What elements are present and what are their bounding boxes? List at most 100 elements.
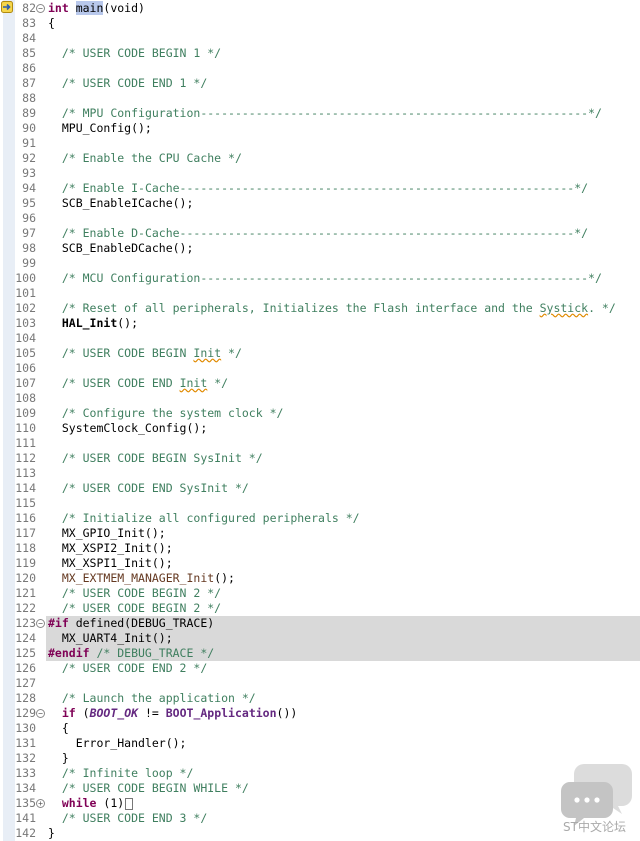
code-text: #if defined(DEBUG_TRACE)	[48, 616, 215, 630]
code-line[interactable]: 88	[0, 91, 640, 106]
code-line[interactable]: 133 /* Infinite loop */	[0, 766, 640, 781]
line-number: 112	[15, 451, 36, 465]
code-line[interactable]: 130 {	[0, 721, 640, 736]
line-number: 120	[15, 571, 36, 585]
code-text: MPU_Config();	[48, 121, 152, 135]
code-line[interactable]: 116 /* Initialize all configured periphe…	[0, 511, 640, 526]
code-line[interactable]: 132 }	[0, 751, 640, 766]
code-line[interactable]: 122 /* USER CODE BEGIN 2 */	[0, 601, 640, 616]
collapsed-block-marker[interactable]	[125, 797, 134, 810]
code-line[interactable]: 131 Error_Handler();	[0, 736, 640, 751]
line-number: 117	[15, 526, 36, 540]
code-line[interactable]: 109 /* Configure the system clock */	[0, 406, 640, 421]
line-number: 133	[15, 766, 36, 780]
code-line[interactable]: 126 /* USER CODE END 2 */	[0, 661, 640, 676]
code-line[interactable]: 106	[0, 361, 640, 376]
code-text: SystemClock_Config();	[48, 421, 208, 435]
code-line[interactable]: 142}	[0, 826, 640, 841]
code-line[interactable]: 128 /* Launch the application */	[0, 691, 640, 706]
code-text: }	[48, 751, 69, 765]
line-number: 104	[15, 331, 36, 345]
code-line[interactable]: 117 MX_GPIO_Init();	[0, 526, 640, 541]
collapse-fold-icon[interactable]: −	[36, 4, 45, 13]
line-number: 113	[15, 466, 36, 480]
code-line[interactable]: 91	[0, 136, 640, 151]
code-text: /* USER CODE END 2 */	[61, 661, 208, 675]
line-number: 131	[15, 736, 36, 750]
line-number: 85	[22, 46, 36, 60]
code-text: MX_UART4_Init();	[48, 631, 173, 645]
collapse-fold-icon[interactable]: −	[36, 619, 45, 628]
code-editor[interactable]: 82− int main(void) 83{84 85 /* USER CODE BE…	[0, 0, 640, 841]
code-line[interactable]: 111	[0, 436, 640, 451]
code-line[interactable]: 127	[0, 676, 640, 691]
code-line[interactable]: 95 SCB_EnableICache();	[0, 196, 640, 211]
line-number: 129	[15, 706, 36, 720]
code-line[interactable]: 96	[0, 211, 640, 226]
code-text: MX_EXTMEM_MANAGER_Init();	[61, 571, 235, 585]
code-text: MX_XSPI1_Init();	[48, 556, 173, 570]
code-line[interactable]: 120 MX_EXTMEM_MANAGER_Init();	[0, 571, 640, 586]
code-line[interactable]: 98 SCB_EnableDCache();	[0, 241, 640, 256]
code-line[interactable]: 129− if (BOOT_OK != BOOT_Application())	[0, 706, 640, 721]
code-line[interactable]: 90 MPU_Config();	[0, 121, 640, 136]
line-number: 130	[15, 721, 36, 735]
line-number: 132	[15, 751, 36, 765]
code-line[interactable]: 115	[0, 496, 640, 511]
code-line[interactable]: 93	[0, 166, 640, 181]
code-line[interactable]: 123− #if defined(DEBUG_TRACE)	[0, 616, 640, 631]
code-line[interactable]: 119 MX_XSPI1_Init();	[0, 556, 640, 571]
code-line[interactable]: 107 /* USER CODE END Init */	[0, 376, 640, 391]
code-text: /* USER CODE BEGIN 2 */	[61, 586, 222, 600]
code-line[interactable]: 125 #endif /* DEBUG_TRACE */	[0, 646, 640, 661]
code-line[interactable]: 121 /* USER CODE BEGIN 2 */	[0, 586, 640, 601]
code-text: /* USER CODE BEGIN SysInit */	[61, 451, 263, 465]
code-line[interactable]: 83 {	[0, 16, 640, 31]
line-number: 91	[22, 136, 36, 150]
code-line[interactable]: 110 SystemClock_Config();	[0, 421, 640, 436]
line-number: 118	[15, 541, 36, 555]
code-line[interactable]: 97 /* Enable D-Cache--------------------…	[0, 226, 640, 241]
code-line[interactable]: 94 /* Enable I-Cache--------------------…	[0, 181, 640, 196]
code-line[interactable]: 141 /* USER CODE END 3 */	[0, 811, 640, 826]
debug-pointer-icon	[1, 1, 13, 13]
line-number: 115	[15, 496, 36, 510]
code-line[interactable]: 89 /* MPU Configuration-----------------…	[0, 106, 640, 121]
code-line[interactable]: 124 MX_UART4_Init();	[0, 631, 640, 646]
code-line[interactable]: 118 MX_XSPI2_Init();	[0, 541, 640, 556]
line-number: 134	[15, 781, 36, 795]
code-line[interactable]: 112 /* USER CODE BEGIN SysInit */	[0, 451, 640, 466]
expand-fold-icon[interactable]: +	[36, 799, 45, 808]
code-line[interactable]: 113	[0, 466, 640, 481]
code-line[interactable]: 87 /* USER CODE END 1 */	[0, 76, 640, 91]
line-number: 97	[22, 226, 36, 240]
code-line[interactable]: 86	[0, 61, 640, 76]
collapse-fold-icon[interactable]: −	[36, 709, 45, 718]
line-number: 98	[22, 241, 36, 255]
code-line[interactable]: 99	[0, 256, 640, 271]
code-line[interactable]: 92 /* Enable the CPU Cache */	[0, 151, 640, 166]
code-line[interactable]: 103 HAL_Init();	[0, 316, 640, 331]
code-line[interactable]: 84	[0, 31, 640, 46]
code-line[interactable]: 85 /* USER CODE BEGIN 1 */	[0, 46, 640, 61]
code-line[interactable]: 104	[0, 331, 640, 346]
line-number: 96	[22, 211, 36, 225]
code-text: /* Enable I-Cache-----------------------…	[61, 181, 589, 195]
code-text: #endif /* DEBUG_TRACE */	[48, 646, 215, 660]
line-number: 124	[15, 631, 36, 645]
line-number: 127	[15, 676, 36, 690]
code-line[interactable]: 100 /* MCU Configuration----------------…	[0, 271, 640, 286]
line-number: 119	[15, 556, 36, 570]
code-line[interactable]: 135 + while (1)	[0, 796, 640, 811]
code-line[interactable]: 114 /* USER CODE END SysInit */	[0, 481, 640, 496]
code-line[interactable]: 82− int main(void)	[0, 1, 640, 16]
line-number: 101	[15, 286, 36, 300]
code-text: {	[48, 721, 69, 735]
code-line[interactable]: 108	[0, 391, 640, 406]
line-number: 94	[22, 181, 36, 195]
code-line[interactable]: 102 /* Reset of all peripherals, Initial…	[0, 301, 640, 316]
code-line[interactable]: 105 /* USER CODE BEGIN Init */	[0, 346, 640, 361]
line-number: 92	[22, 151, 36, 165]
code-line[interactable]: 101	[0, 286, 640, 301]
code-line[interactable]: 134 /* USER CODE BEGIN WHILE */	[0, 781, 640, 796]
